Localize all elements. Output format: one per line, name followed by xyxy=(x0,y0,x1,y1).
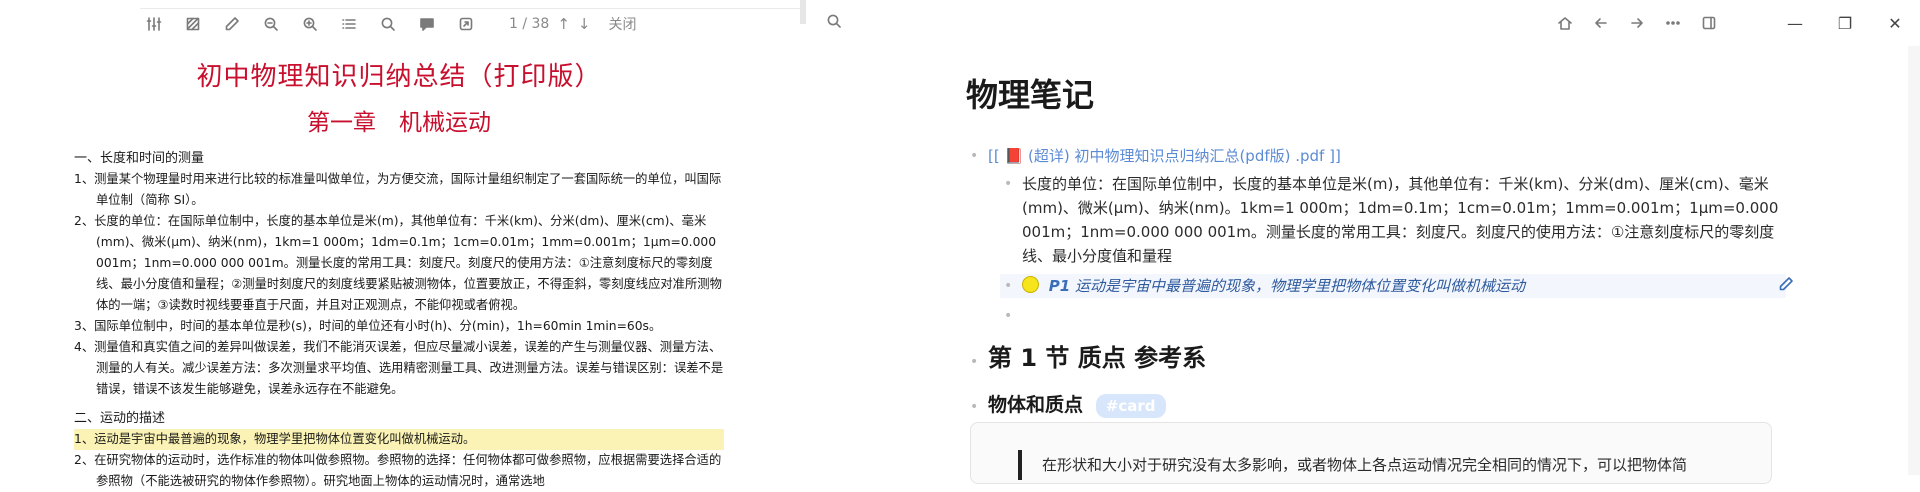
search-icon[interactable] xyxy=(374,10,402,38)
pdf-section-heading: 二、运动的描述 xyxy=(74,411,166,426)
link-open-bracket: [[ xyxy=(988,147,1000,165)
bullet-dot: • xyxy=(970,148,979,164)
restore-icon[interactable]: ❐ xyxy=(1820,0,1870,46)
text-block[interactable]: • 长度的单位：在国际单位制中，长度的基本单位是米(m)，其他单位有：千米(km… xyxy=(1000,172,1786,268)
pdf-link[interactable]: (超详) 初中物理知识点归纳汇总(pdf版) .pdf xyxy=(1028,147,1324,165)
heading-block[interactable]: • 第 1 节 质点 参考系 xyxy=(966,342,1786,377)
pdf-paragraph: 2、在研究物体的运动时，选作标准的物体叫做参照物。参照物的选择：任何物体都可做参… xyxy=(74,453,722,488)
square-icon[interactable] xyxy=(179,10,207,38)
scrollbar[interactable] xyxy=(1908,46,1920,475)
bullet-dot: • xyxy=(1004,308,1013,324)
page-down-icon[interactable]: ↓ xyxy=(578,15,591,33)
window-controls: — ❐ ✕ xyxy=(1770,0,1920,46)
highlight-color-icon xyxy=(1022,276,1039,293)
nav-toolbar xyxy=(1540,12,1720,34)
zoom-out-icon[interactable] xyxy=(257,10,285,38)
block-text: 长度的单位：在国际单位制中，长度的基本单位是米(m)，其他单位有：千米(km)、… xyxy=(1022,175,1779,265)
bullet-dot: • xyxy=(1004,176,1013,192)
annotation-block[interactable]: • P1 运动是宇宙中最普遍的现象，物理学里把物体位置变化叫做机械运动 xyxy=(1000,274,1786,298)
pdf-chapter: 第一章 机械运动 xyxy=(307,110,491,136)
annotation-text: 运动是宇宙中最普遍的现象，物理学里把物体位置变化叫做机械运动 xyxy=(1075,277,1526,295)
minimize-icon[interactable]: — xyxy=(1770,0,1820,46)
comment-icon[interactable] xyxy=(413,10,441,38)
pdf-section-heading: 一、长度和时间的测量 xyxy=(74,151,205,166)
pdf-toolbar: 1 / 38 ↑ ↓ 关闭 xyxy=(140,8,800,39)
bullet-dot: • xyxy=(970,354,979,370)
note-blocks: • [[ 📕 (超详) 初中物理知识点归纳汇总(pdf版) .pdf ]] • … xyxy=(966,140,1786,420)
pdf-paragraph: 1、测量某个物理量时用来进行比较的标准量叫做单位，为方便交流，国际计量组织制定了… xyxy=(74,172,722,207)
back-icon[interactable] xyxy=(1590,12,1612,34)
bullet-dot: • xyxy=(970,399,979,415)
page-indicator: 1 / 38 xyxy=(509,16,550,32)
link-block[interactable]: • [[ 📕 (超详) 初中物理知识点归纳汇总(pdf版) .pdf ]] xyxy=(966,144,1786,168)
pdf-close-button[interactable]: 关闭 xyxy=(609,14,637,34)
card-tag[interactable]: #card xyxy=(1095,394,1166,418)
link-close-bracket: ]] xyxy=(1329,147,1341,165)
subheading-block[interactable]: • 物体和质点 #card xyxy=(966,391,1786,420)
page-up-icon[interactable]: ↑ xyxy=(557,15,570,33)
pdf-title: 初中物理知识归纳总结（打印版） xyxy=(196,62,602,92)
forward-icon[interactable] xyxy=(1626,12,1648,34)
pdf-paragraph: 3、国际单位制中，时间的基本单位是秒(s)，时间的单位还有小时(h)、分(min… xyxy=(74,319,662,333)
section-heading: 第 1 节 质点 参考系 xyxy=(988,344,1207,372)
pen-icon[interactable] xyxy=(218,10,246,38)
sliders-icon[interactable] xyxy=(140,10,168,38)
export-icon[interactable] xyxy=(452,10,480,38)
empty-block[interactable]: • xyxy=(1000,304,1786,328)
pdf-paragraph: 4、测量值和真实值之间的差异叫做误差，我们不能消灭误差，但应尽量减小误差，误差的… xyxy=(74,340,724,396)
quote-bar xyxy=(1018,450,1022,480)
note-title: 物理笔记 xyxy=(966,76,1095,114)
bullet-dot: • xyxy=(1004,278,1013,294)
top-bar: — ❐ ✕ xyxy=(806,0,1920,46)
more-icon[interactable] xyxy=(1662,12,1684,34)
annotation-page[interactable]: P1 xyxy=(1049,277,1070,295)
list-icon[interactable] xyxy=(335,10,363,38)
edit-icon[interactable] xyxy=(1778,276,1794,292)
note-editor: — ❐ ✕ 物理笔记 • [[ 📕 (超详) 初中物理知识点归纳汇总(pdf版)… xyxy=(806,0,1920,484)
zoom-in-icon[interactable] xyxy=(296,10,324,38)
pdf-paragraph: 2、长度的单位：在国际单位制中，长度的基本单位是米(m)，其他单位有：千米(km… xyxy=(74,214,722,312)
pdf-file-icon: 📕 xyxy=(1004,147,1024,165)
pdf-viewer: 1 / 38 ↑ ↓ 关闭 初中物理知识归纳总结（打印版） 第一章 机械运动 一… xyxy=(0,0,800,488)
card-text: 在形状和大小对于研究没有太多影响，或者物体上各点运动情况完全相同的情况下，可以把… xyxy=(1042,456,1688,474)
subsection-heading: 物体和质点 xyxy=(988,394,1084,416)
sidebar-icon[interactable] xyxy=(1698,12,1720,34)
search-icon[interactable] xyxy=(826,13,842,29)
home-icon[interactable] xyxy=(1554,12,1576,34)
pdf-highlighted-paragraph: 1、运动是宇宙中最普遍的现象，物理学里把物体位置变化叫做机械运动。 xyxy=(74,429,724,450)
pdf-page: 初中物理知识归纳总结（打印版） 第一章 机械运动 一、长度和时间的测量 1、测量… xyxy=(74,52,724,492)
close-icon[interactable]: ✕ xyxy=(1870,0,1920,46)
